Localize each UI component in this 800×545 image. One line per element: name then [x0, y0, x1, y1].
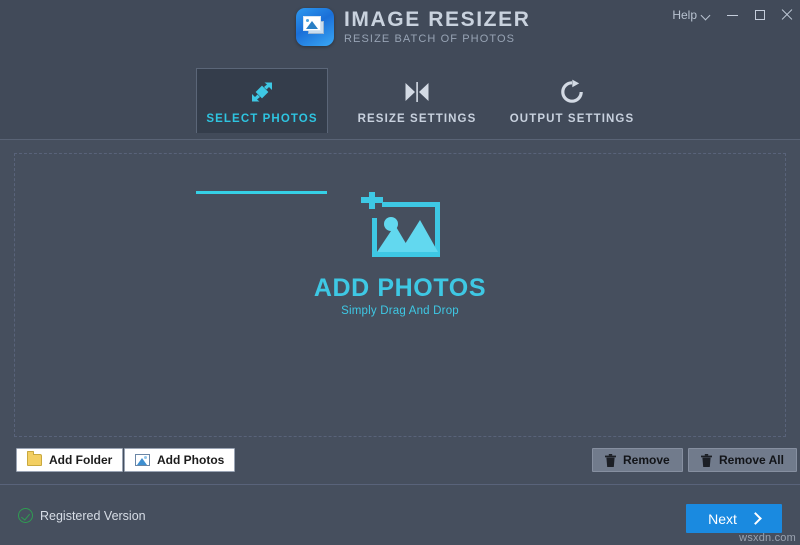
- status-badge: Registered Version: [18, 508, 146, 523]
- dropzone-subtitle: Simply Drag And Drop: [341, 305, 459, 317]
- dropzone-title: ADD PHOTOS: [313, 274, 487, 302]
- add-folder-button[interactable]: Add Folder: [16, 448, 124, 472]
- next-label: Next: [708, 510, 737, 527]
- remove-label: Remove: [623, 453, 670, 467]
- tab-output-settings[interactable]: OUTPUT SETTINGS: [508, 68, 636, 133]
- tab-resize-settings[interactable]: RESIZE SETTINGS: [355, 68, 479, 133]
- minimize-icon: [727, 14, 738, 16]
- maximize-button[interactable]: [746, 0, 773, 30]
- close-icon: [781, 9, 793, 21]
- check-circle-icon: [18, 508, 33, 523]
- window-controls: Help: [664, 0, 800, 30]
- registered-version-label: Registered Version: [40, 508, 146, 523]
- expand-arrows-icon: [249, 77, 275, 107]
- add-photo-icon: [354, 192, 446, 264]
- remove-all-button[interactable]: Remove All: [688, 448, 797, 472]
- app-branding: IMAGE RESIZER RESIZE BATCH OF PHOTOS: [296, 8, 530, 46]
- tab-label: OUTPUT SETTINGS: [509, 112, 635, 125]
- tab-bar: SELECT PHOTOS RESIZE SETTINGS OUTPUT SET…: [0, 60, 800, 194]
- remove-all-label: Remove All: [719, 453, 784, 467]
- page-title: IMAGE RESIZER: [344, 7, 531, 31]
- folder-icon: [27, 451, 42, 466]
- page-subtitle: RESIZE BATCH OF PHOTOS: [344, 32, 516, 45]
- trash-icon: [605, 453, 616, 467]
- photo-icon: [135, 454, 150, 466]
- add-photos-label: Add Photos: [157, 453, 225, 467]
- resize-hourglass-icon: [403, 77, 431, 107]
- minimize-button[interactable]: [719, 0, 746, 30]
- next-button[interactable]: Next: [686, 504, 782, 533]
- tab-label: RESIZE SETTINGS: [357, 112, 477, 125]
- tab-select-photos[interactable]: SELECT PHOTOS: [196, 68, 328, 133]
- help-label: Help: [672, 8, 697, 22]
- maximize-icon: [754, 10, 765, 20]
- add-photos-button[interactable]: Add Photos: [124, 448, 236, 472]
- help-menu-button[interactable]: Help: [664, 0, 719, 30]
- chevron-down-icon: [702, 11, 711, 20]
- list-toolbar: Add Folder Add Photos Remove Remove All: [0, 438, 800, 485]
- photo-dropzone[interactable]: ADD PHOTOS Simply Drag And Drop: [14, 153, 786, 437]
- trash-icon: [701, 453, 712, 467]
- chevron-right-icon: [751, 514, 760, 523]
- title-bar: IMAGE RESIZER RESIZE BATCH OF PHOTOS Hel…: [0, 0, 800, 60]
- refresh-circle-arrow-icon: [559, 77, 585, 107]
- remove-button[interactable]: Remove: [592, 448, 683, 472]
- image-stack-icon: [296, 8, 334, 46]
- watermark: wsxdn.com: [739, 532, 796, 544]
- add-folder-label: Add Folder: [49, 453, 113, 467]
- close-button[interactable]: [773, 0, 800, 30]
- tab-label: SELECT PHOTOS: [206, 113, 318, 125]
